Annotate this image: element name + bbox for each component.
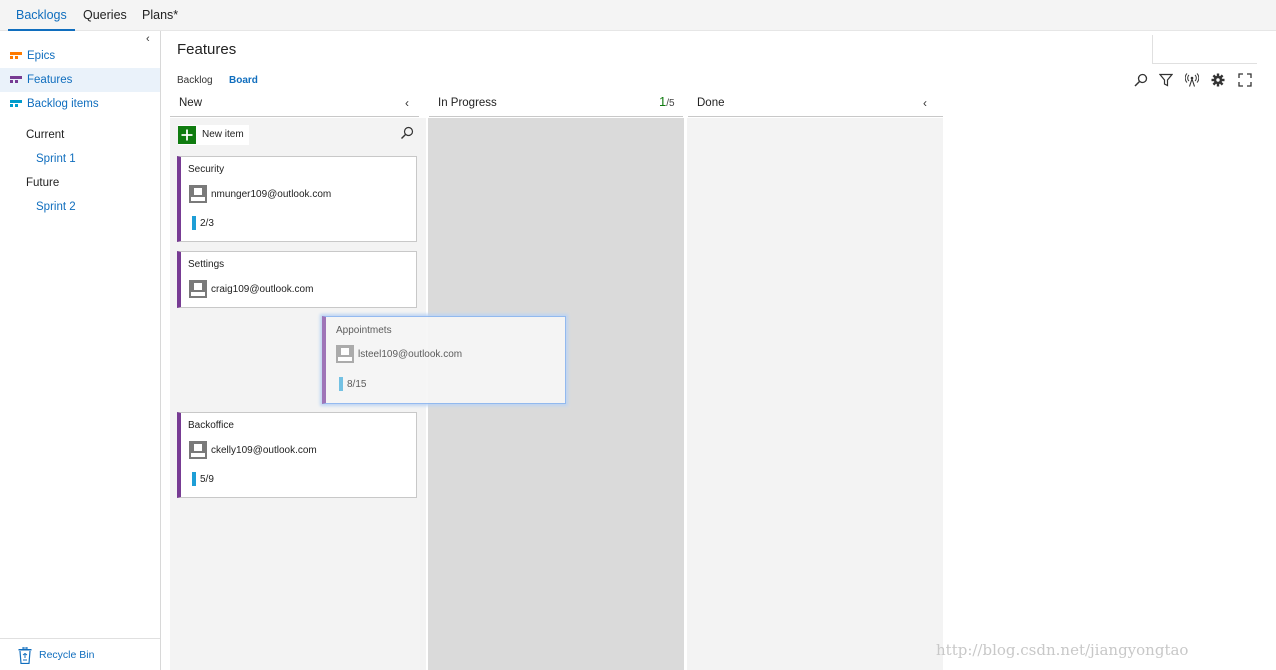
collapse-column-button[interactable]: ‹	[923, 96, 927, 110]
new-item-label: New item	[202, 129, 244, 140]
assignee: nmunger109@outlook.com	[211, 189, 332, 200]
tab-queries[interactable]: Queries	[83, 0, 127, 31]
column-title: In Progress	[438, 97, 497, 109]
card-title: Settings	[188, 259, 225, 270]
new-item-button[interactable]: New item	[178, 125, 249, 145]
sidebar-item-sprint-2[interactable]: Sprint 2	[36, 201, 76, 213]
assignee: craig109@outlook.com	[211, 284, 314, 295]
column-done	[687, 118, 943, 670]
progress-bar	[339, 377, 343, 391]
column-title: New	[179, 97, 203, 109]
avatar	[189, 441, 207, 459]
tab-plans[interactable]: Plans*	[142, 0, 178, 31]
column-header-new: New ‹	[170, 93, 419, 117]
add-icon	[178, 126, 196, 144]
avatar	[336, 345, 354, 363]
progress-text: 2/3	[200, 218, 214, 229]
sidebar-item-label: Backlog items	[27, 98, 99, 110]
sidebar-item-label: Epics	[27, 50, 56, 62]
watermark: http://blog.csdn.net/jiangyongtao	[936, 641, 1189, 659]
recycle-bin-icon	[18, 647, 32, 664]
progress-bar	[192, 216, 196, 230]
sidebar-item-backlog-items[interactable]: Backlog items	[0, 92, 160, 116]
dragging-work-item-card[interactable]: Appointmets lsteel109@outlook.com 8/15	[322, 316, 566, 404]
backlog-items-icon	[10, 100, 22, 108]
wip-limit: 1/5	[659, 94, 675, 109]
epic-backlog-icon	[10, 52, 22, 60]
column-header-done: Done ‹	[688, 93, 943, 117]
progress-text: 5/9	[200, 474, 214, 485]
sidebar: ‹ Epics Features Backlog items Current S…	[0, 31, 161, 670]
pivot-backlog[interactable]: Backlog	[177, 75, 213, 86]
card-title: Backoffice	[188, 420, 234, 431]
search-icon[interactable]	[1134, 73, 1148, 87]
card-title: Appointmets	[336, 325, 392, 336]
column-header-in-progress: In Progress 1/5	[429, 93, 683, 117]
header-search-box[interactable]	[1152, 35, 1257, 64]
recycle-bin-link[interactable]: Recycle Bin	[0, 638, 160, 670]
avatar	[189, 185, 207, 203]
section-future: Future	[26, 177, 60, 189]
sidebar-item-label: Features	[27, 74, 73, 86]
collapse-column-button[interactable]: ‹	[405, 96, 409, 110]
sidebar-item-sprint-1[interactable]: Sprint 1	[36, 153, 76, 165]
tab-backlogs[interactable]: Backlogs	[8, 0, 75, 31]
recycle-bin-label: Recycle Bin	[39, 649, 95, 661]
assignee: lsteel109@outlook.com	[358, 349, 463, 360]
card-title: Security	[188, 164, 225, 175]
feature-backlog-icon	[10, 76, 22, 84]
work-item-card[interactable]: Backoffice ckelly109@outlook.com 5/9	[177, 412, 417, 498]
progress-text: 8/15	[347, 379, 367, 390]
sidebar-item-epics[interactable]: Epics	[0, 44, 160, 68]
settings-icon[interactable]	[1211, 73, 1225, 87]
search-icon[interactable]	[400, 126, 414, 140]
work-item-card[interactable]: Settings craig109@outlook.com	[177, 251, 417, 308]
progress-bar	[192, 472, 196, 486]
column-title: Done	[697, 97, 725, 109]
fullscreen-icon[interactable]	[1238, 73, 1252, 87]
section-current: Current	[26, 129, 65, 141]
page-title: Features	[177, 41, 237, 58]
pivot-board[interactable]: Board	[229, 75, 258, 86]
assignee: ckelly109@outlook.com	[211, 445, 317, 456]
top-nav: Backlogs Queries Plans*	[0, 0, 1276, 31]
live-updates-icon[interactable]	[1185, 73, 1199, 87]
work-item-card[interactable]: Security nmunger109@outlook.com 2/3	[177, 156, 417, 242]
filter-icon[interactable]	[1159, 73, 1173, 87]
avatar	[189, 280, 207, 298]
sidebar-item-features[interactable]: Features	[0, 68, 160, 92]
